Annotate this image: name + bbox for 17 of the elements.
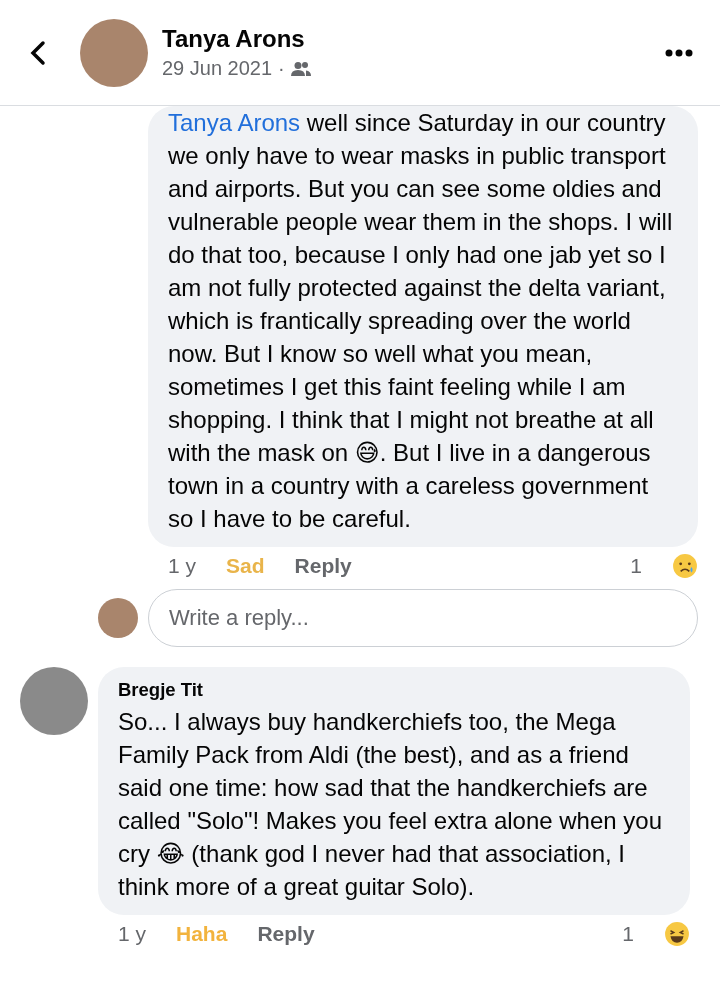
author-name[interactable]: Tanya Arons — [162, 25, 664, 53]
separator: · — [278, 57, 285, 80]
comment-author[interactable]: Bregje Tit — [118, 679, 670, 701]
post-date: 29 Jun 2021 — [162, 57, 273, 80]
reaction-count: 1 — [630, 554, 642, 578]
mention-link[interactable]: Tanya Arons — [168, 109, 301, 136]
friends-icon — [290, 60, 311, 77]
avatar — [98, 598, 138, 638]
reaction-count: 1 — [622, 922, 634, 946]
more-options-icon[interactable] — [664, 47, 694, 58]
comment-age: 1 y — [118, 922, 146, 946]
comment-age: 1 y — [168, 554, 196, 578]
reply-button[interactable]: Reply — [257, 922, 315, 946]
reply-button[interactable]: Reply — [294, 554, 352, 578]
reply-input-field[interactable]: Write a reply... — [148, 589, 698, 647]
comment-text: Tanya Arons well since Saturday in our country we only have to wear masks in public transport and airports. But you can see some oldies and vulnerable people wear them in the shops. I will do that too, because I only had one jab yet so I am not fully protected against the delta variant, which is frantically spreading over the world now. But I know so well what you mean, sometimes I get this faint feeling while I am shopping. I think that I might not breathe at all with the mask on 😅. But I live in a dangerous town in a country with a careless government so I have to be careful. — [168, 108, 674, 534]
comment-text: So... I always buy handkerchiefs too, the Mega Family Pack from Aldi (the best), and as a friend said one time: how sad that the handkerchiefs are called "Solo"! Makes you feel extra alone when you cry 😂 (thank god I never had that association, I think more of a great guitar Solo). — [118, 707, 664, 902]
